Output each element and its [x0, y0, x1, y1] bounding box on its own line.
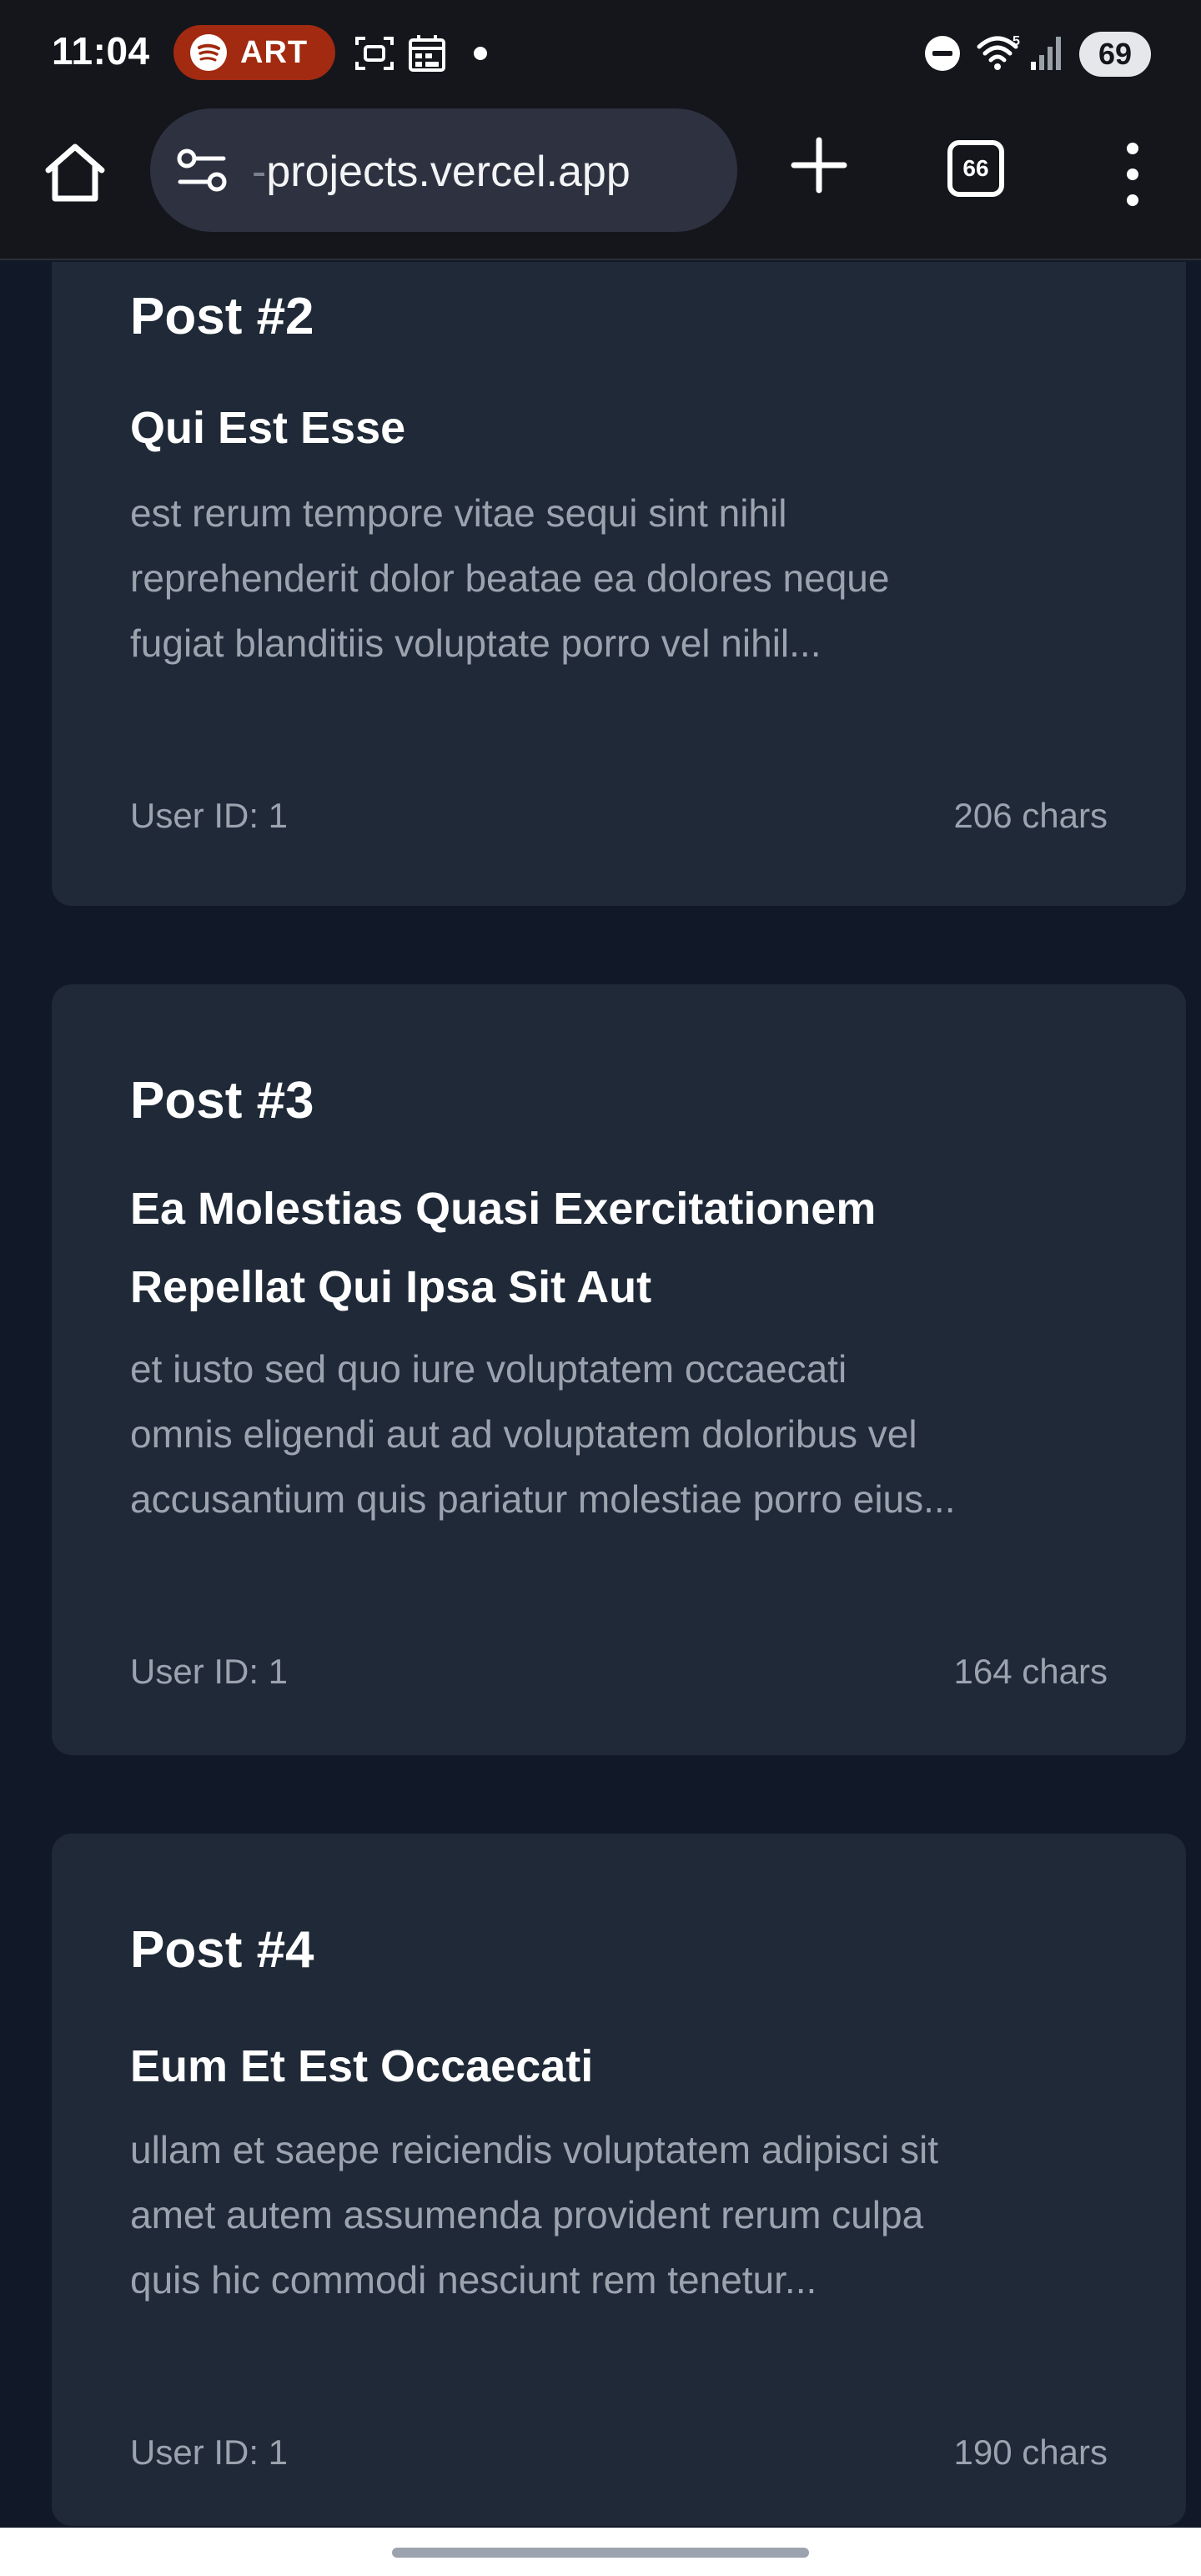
status-bar: 11:04 ART 5 69	[0, 0, 1201, 107]
excerpt-line: omnis eligendi aut ad voluptatem dolorib…	[130, 1412, 917, 1456]
excerpt-line: et iusto sed quo iure voluptatem occaeca…	[130, 1347, 847, 1391]
post-card[interactable]: Post #2 Qui Est Esse est rerum tempore v…	[52, 262, 1186, 906]
wifi-icon: 5	[977, 34, 1020, 70]
url-domain: projects.vercel.app	[266, 148, 631, 196]
media-playing-badge[interactable]: ART	[173, 25, 335, 80]
calendar-icon	[409, 35, 445, 72]
screenshot-icon	[355, 37, 394, 70]
post-title: Qui Est Esse	[130, 403, 406, 453]
post-number: Post #4	[130, 1921, 314, 1979]
post-title: Ea Molestias Quasi Exercitationem Repell…	[130, 1170, 1131, 1326]
excerpt-line: reprehenderit dolor beatae ea dolores ne…	[130, 556, 890, 600]
battery-indicator: 69	[1079, 32, 1151, 77]
post-excerpt: et iusto sed quo iure voluptatem occaeca…	[130, 1336, 1164, 1532]
address-bar[interactable]: -projects.vercel.app	[150, 108, 737, 232]
post-char-count: 190 chars	[953, 2433, 1108, 2472]
signal-icon	[1031, 37, 1061, 70]
post-card[interactable]: Post #4 Eum Et Est Occaecati ullam et sa…	[52, 1834, 1186, 2526]
post-char-count: 206 chars	[953, 796, 1108, 835]
svg-text:5: 5	[1013, 34, 1020, 48]
more-menu-icon[interactable]	[1114, 138, 1151, 210]
screen: 11:04 ART 5 69 -projects.vercel.app 66 P…	[0, 0, 1201, 2576]
excerpt-line: amet autem assumenda provident rerum cul…	[130, 2193, 924, 2236]
notification-dot-icon	[474, 47, 487, 60]
post-list: Post #2 Qui Est Esse est rerum tempore v…	[0, 262, 1201, 2528]
url-text[interactable]: -projects.vercel.app	[252, 147, 719, 197]
excerpt-line: fugiat blanditiis voluptate porro vel ni…	[130, 621, 822, 665]
title-line: Ea Molestias Quasi Exercitationem	[130, 1184, 877, 1234]
post-title: Eum Et Est Occaecati	[130, 2041, 594, 2091]
browser-toolbar: -projects.vercel.app 66	[0, 107, 1201, 260]
gesture-nav-area	[0, 2528, 1201, 2576]
new-tab-icon[interactable]	[786, 132, 852, 199]
excerpt-line: accusantium quis pariatur molestiae porr…	[130, 1477, 956, 1521]
tab-switcher-button[interactable]: 66	[947, 140, 1004, 197]
spotify-icon	[190, 34, 227, 71]
post-excerpt: ullam et saepe reiciendis voluptatem adi…	[130, 2117, 1164, 2312]
post-user-id: User ID: 1	[130, 1652, 289, 1691]
excerpt-line: ullam et saepe reiciendis voluptatem adi…	[130, 2128, 939, 2171]
post-number: Post #3	[130, 1072, 314, 1130]
excerpt-line: est rerum tempore vitae sequi sint nihil	[130, 491, 787, 535]
post-user-id: User ID: 1	[130, 2433, 289, 2472]
media-badge-label: ART	[240, 34, 309, 70]
post-excerpt: est rerum tempore vitae sequi sint nihil…	[130, 480, 1164, 676]
gesture-handle[interactable]	[392, 2548, 809, 2558]
url-prefix: -	[252, 148, 267, 196]
status-time: 11:04	[52, 29, 150, 73]
post-card[interactable]: Post #3 Ea Molestias Quasi Exercitatione…	[52, 984, 1186, 1755]
do-not-disturb-icon	[925, 36, 960, 71]
post-char-count: 164 chars	[953, 1652, 1108, 1691]
site-settings-icon[interactable]	[175, 145, 229, 195]
post-number: Post #2	[130, 288, 314, 345]
excerpt-line: quis hic commodi nesciunt rem tenetur...	[130, 2258, 817, 2302]
home-icon[interactable]	[40, 138, 110, 209]
title-line: Repellat Qui Ipsa Sit Aut	[130, 1262, 652, 1312]
post-user-id: User ID: 1	[130, 796, 289, 835]
